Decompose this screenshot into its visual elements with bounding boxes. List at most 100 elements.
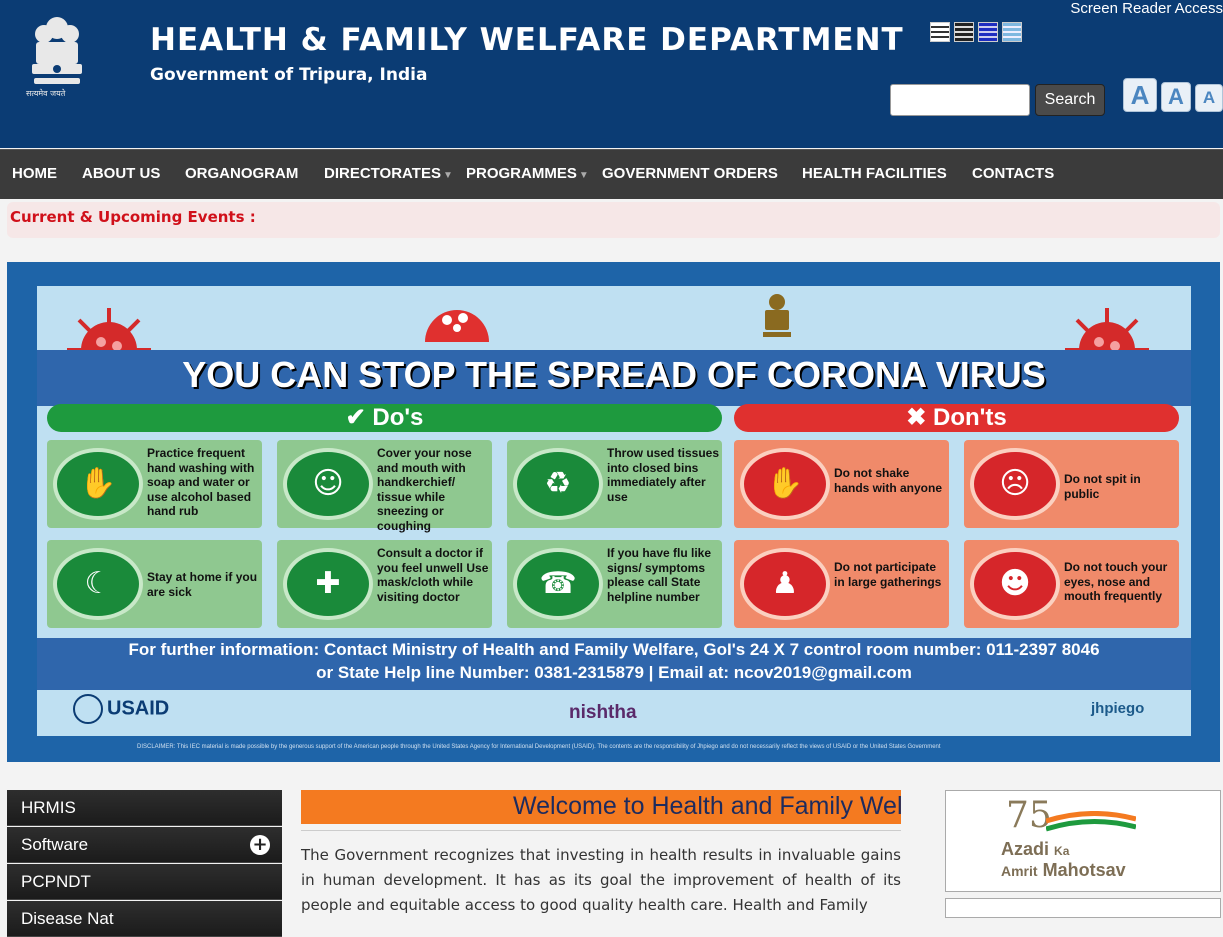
- azadi-line3: Mahotsav: [1042, 860, 1126, 880]
- tile-text: Do not shake hands with anyone: [834, 466, 943, 495]
- tile-text: Throw used tissues into closed bins imme…: [607, 446, 720, 504]
- nav-contacts[interactable]: CONTACTS: [972, 150, 1054, 200]
- dos-title: Do's: [372, 404, 424, 431]
- nhm-logo-icon: [425, 310, 489, 342]
- info-line-2: or State Help line Number: 0381-2315879 …: [316, 663, 912, 682]
- screen-reader-access-link[interactable]: Screen Reader Access: [1070, 0, 1223, 17]
- site-header: सत्यमेव जयते HEALTH & FAMILY WELFARE DEP…: [0, 0, 1223, 148]
- usaid-logo: USAID: [73, 694, 169, 724]
- contrast-switcher: [930, 22, 1022, 42]
- tile-text: Do not touch your eyes, nose and mouth f…: [1064, 560, 1168, 603]
- chevron-down-icon: ▼: [578, 170, 589, 181]
- azadi-number: 75: [1006, 795, 1052, 836]
- contrast-light-icon[interactable]: [1002, 22, 1022, 42]
- tile-text: If you have flu like signs/ symptoms ple…: [607, 546, 712, 604]
- contrast-blue-icon[interactable]: [978, 22, 998, 42]
- tile-do-handwash: ✋ Practice frequent hand washing with so…: [47, 440, 262, 528]
- font-increase-button[interactable]: A: [1123, 78, 1157, 112]
- font-decrease-button[interactable]: A: [1195, 84, 1223, 112]
- welcome-heading-bar: Welcome to Health and Family Welfare Dep…: [301, 790, 901, 824]
- sidebar-item-hrmis[interactable]: HRMIS: [7, 790, 282, 826]
- banner-poster: YOU CAN STOP THE SPREAD OF CORONA VIRUS …: [37, 286, 1191, 736]
- events-label: Current & Upcoming Events :: [10, 208, 256, 226]
- tile-dont-gatherings: ♟ Do not participate in large gatherings: [734, 540, 949, 628]
- usaid-seal-icon: [73, 694, 103, 724]
- tile-do-bins: ♻ Throw used tissues into closed bins im…: [507, 440, 722, 528]
- nav-programmes[interactable]: PROGRAMMES ▼: [466, 150, 589, 200]
- nav-directorates-label: DIRECTORATES: [324, 165, 441, 182]
- welcome-heading: Welcome to Health and Family Welfare Dep…: [513, 792, 901, 820]
- site-title: HEALTH & FAMILY WELFARE DEPARTMENT: [150, 22, 904, 58]
- tile-do-stay-home: ☾ Stay at home if you are sick: [47, 540, 262, 628]
- face-touch-icon: ☻: [999, 566, 1031, 601]
- tile-do-helpline: ☎ If you have flu like signs/ symptoms p…: [507, 540, 722, 628]
- azadi-line1: Azadi: [1001, 839, 1050, 859]
- cross-icon: ✖: [906, 404, 934, 431]
- tile-text: Stay at home if you are sick: [147, 570, 258, 599]
- contrast-default-icon[interactable]: [930, 22, 950, 42]
- handshake-icon: ✋: [766, 466, 804, 501]
- tile-dont-shake-hands: ✋ Do not shake hands with anyone: [734, 440, 949, 528]
- corona-awareness-banner[interactable]: YOU CAN STOP THE SPREAD OF CORONA VIRUS …: [7, 262, 1220, 762]
- doctor-icon: ✚: [315, 566, 341, 601]
- nav-government-orders[interactable]: GOVERNMENT ORDERS: [602, 150, 778, 200]
- no-spit-icon: ☹: [999, 466, 1031, 501]
- azadi-line2: Amrit: [1001, 863, 1038, 879]
- tile-do-consult-doctor: ✚ Consult a doctor if you feel unwell Us…: [277, 540, 492, 628]
- nav-home[interactable]: HOME: [12, 150, 57, 200]
- nav-organogram[interactable]: ORGANOGRAM: [185, 150, 298, 200]
- handwash-icon: ✋: [79, 466, 117, 501]
- search-input[interactable]: [890, 84, 1030, 116]
- sidebar-item-label: PCPNDT: [21, 872, 91, 891]
- nav-programmes-label: PROGRAMMES: [466, 165, 577, 182]
- site-subtitle: Government of Tripura, India: [150, 65, 428, 85]
- contrast-dark-icon[interactable]: [954, 22, 974, 42]
- sidebar-item-label: Software: [21, 835, 89, 854]
- chevron-down-icon: ▼: [442, 170, 453, 181]
- font-normal-button[interactable]: A: [1161, 82, 1191, 112]
- donts-title: Don'ts: [933, 404, 1007, 431]
- sidebar-item-label: HRMIS: [21, 798, 76, 817]
- sidebar-item-disease[interactable]: Disease Nat: [7, 901, 282, 937]
- font-size-controls: A A A: [1123, 78, 1223, 112]
- sidebar-menu: HRMIS Software + PCPNDT Disease Nat: [7, 790, 282, 937]
- crowd-icon: ♟: [771, 566, 799, 601]
- tile-text: Cover your nose and mouth with handkerch…: [377, 446, 472, 533]
- sidebar-item-software[interactable]: Software +: [7, 827, 282, 863]
- plus-circle-icon[interactable]: +: [250, 835, 270, 855]
- tile-text: Practice frequent hand washing with soap…: [147, 446, 255, 518]
- welcome-divider: [301, 830, 901, 831]
- search-button[interactable]: Search: [1035, 84, 1105, 116]
- emblem-icon: [763, 294, 791, 337]
- azadi-ka-amrit-mahotsav-logo[interactable]: 75 Azadi Ka Amrit Mahotsav: [945, 790, 1221, 892]
- info-line-1: For further information: Contact Ministr…: [128, 640, 1100, 659]
- nav-health-facilities[interactable]: HEALTH FACILITIES: [802, 150, 947, 200]
- emblem-motto: सत्यमेव जयते: [26, 89, 66, 98]
- nav-directorates[interactable]: DIRECTORATES ▼: [324, 150, 453, 200]
- main-nav: HOME ABOUT US ORGANOGRAM DIRECTORATES ▼ P…: [0, 149, 1223, 199]
- nishtha-logo: nishtha: [569, 702, 637, 723]
- azadi-ka: Ka: [1054, 844, 1070, 858]
- check-icon: ✔: [345, 404, 373, 431]
- phone-icon: ☎: [539, 566, 577, 601]
- banner-disclaimer: DISCLAIMER: This IEC material is made po…: [137, 744, 941, 750]
- dos-header: ✔ Do's: [47, 404, 722, 432]
- tile-text: Do not spit in public: [1064, 472, 1141, 501]
- recycle-bin-icon: ♻: [544, 466, 572, 501]
- nav-about-us[interactable]: ABOUT US: [82, 150, 160, 200]
- flag-swoosh-icon: [1046, 811, 1136, 832]
- azadi-text: Azadi Ka Amrit Mahotsav: [1001, 839, 1126, 881]
- usaid-logo-text: USAID: [107, 697, 170, 720]
- tile-dont-touch-face: ☻ Do not touch your eyes, nose and mouth…: [964, 540, 1179, 628]
- secondary-widget: [945, 898, 1221, 918]
- banner-headline: YOU CAN STOP THE SPREAD OF CORONA VIRUS: [182, 354, 1046, 395]
- tile-dont-spit: ☹ Do not spit in public: [964, 440, 1179, 528]
- sidebar-item-label: Disease Nat: [21, 909, 114, 928]
- tile-do-cover-nose: ☺ Cover your nose and mouth with handker…: [277, 440, 492, 533]
- bed-icon: ☾: [84, 566, 112, 601]
- tile-text: Do not participate in large gatherings: [834, 560, 942, 589]
- sidebar-item-pcpndt[interactable]: PCPNDT: [7, 864, 282, 900]
- welcome-paragraph: The Government recognizes that investing…: [301, 846, 901, 914]
- donts-header: ✖ Don'ts: [734, 404, 1179, 432]
- jhpiego-logo: jhpiego: [1091, 700, 1145, 717]
